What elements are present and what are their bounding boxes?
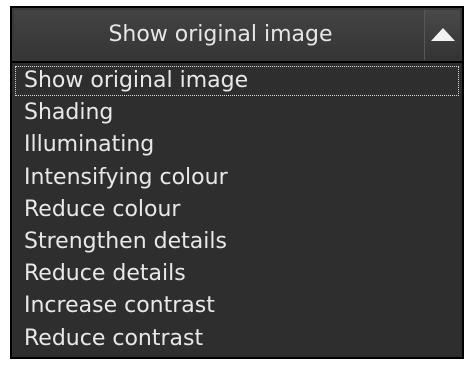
list-item-intensifying-colour[interactable]: Intensifying colour: [12, 162, 462, 194]
filter-combobox: Show original image Show original image …: [10, 6, 464, 359]
list-item-reduce-details[interactable]: Reduce details: [12, 258, 462, 290]
list-item-increase-contrast[interactable]: Increase contrast: [12, 290, 462, 322]
list-item-shading[interactable]: Shading: [12, 97, 462, 129]
list-item-strengthen-details[interactable]: Strengthen details: [12, 226, 462, 258]
combobox-toggle-button[interactable]: [424, 10, 460, 60]
dropdown-list: Show original image Shading Illuminating…: [10, 63, 464, 359]
list-item-reduce-colour[interactable]: Reduce colour: [12, 194, 462, 226]
chevron-up-icon: [431, 28, 455, 41]
list-item-illuminating[interactable]: Illuminating: [12, 129, 462, 161]
combobox-header[interactable]: Show original image: [10, 6, 464, 63]
list-item-reduce-contrast[interactable]: Reduce contrast: [12, 323, 462, 355]
list-item-show-original-image[interactable]: Show original image: [14, 65, 460, 97]
combobox-selected-value[interactable]: Show original image: [14, 10, 428, 60]
